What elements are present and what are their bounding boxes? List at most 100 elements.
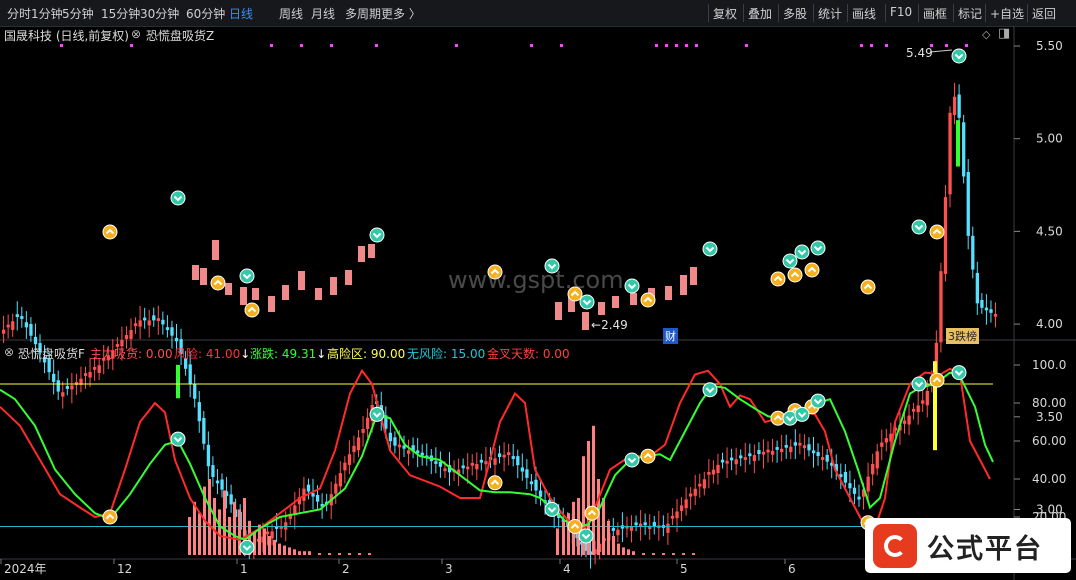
buy-signal-icon[interactable] <box>860 279 876 295</box>
candle-body <box>775 447 779 450</box>
panel-maximize-icon[interactable]: ◨ <box>998 26 1010 41</box>
sell-signal-icon[interactable] <box>624 452 640 468</box>
candle-body <box>2 329 6 334</box>
candle-body <box>693 488 697 496</box>
candle-body <box>816 452 820 457</box>
volume-bar <box>368 553 371 555</box>
sell-signal-icon[interactable] <box>239 268 255 284</box>
candle-body <box>702 479 706 489</box>
buy-signal-icon[interactable] <box>929 224 945 240</box>
indicator-toggle-icon[interactable]: ⊗ <box>131 27 141 41</box>
buy-signal-icon[interactable] <box>487 475 503 491</box>
panic-bar <box>630 293 637 305</box>
sell-signal-icon[interactable] <box>810 240 826 256</box>
sell-signal-icon[interactable] <box>544 501 560 517</box>
panic-bar <box>282 285 289 300</box>
main-indicator-name[interactable]: 恐慌盘吸货Z <box>146 27 214 44</box>
buy-signal-icon[interactable] <box>640 292 656 308</box>
candle-body <box>65 386 69 389</box>
candle-body <box>174 337 179 342</box>
tag-bang[interactable]: 3跌榜 <box>946 328 979 344</box>
buy-signal-icon[interactable] <box>929 372 945 388</box>
candle-body <box>443 468 447 472</box>
buy-signal-icon[interactable] <box>244 302 260 318</box>
sell-signal-icon[interactable] <box>911 219 927 235</box>
volume-bar <box>338 553 341 555</box>
sell-signal-icon[interactable] <box>782 253 798 269</box>
sub-indicator-toggle-icon[interactable]: ⊗ <box>4 345 14 359</box>
volume-bar <box>303 551 306 555</box>
candle-body <box>921 400 925 404</box>
candle-body <box>188 364 192 384</box>
sell-signal-icon[interactable] <box>624 278 640 294</box>
candle-body <box>766 449 770 453</box>
candle-body <box>356 437 361 451</box>
panic-bar <box>268 296 275 312</box>
sell-signal-icon[interactable] <box>369 406 385 422</box>
legend-wfx: 无风险: 15.00 <box>407 347 486 361</box>
volume-bar <box>672 553 675 555</box>
candle-body <box>520 467 524 472</box>
candle-body <box>352 445 356 453</box>
candle-body <box>912 408 916 412</box>
candle-body <box>984 307 989 311</box>
sell-signal-icon[interactable] <box>579 294 595 310</box>
sell-signal-icon[interactable] <box>578 528 594 544</box>
buy-signal-icon[interactable] <box>102 224 118 240</box>
diamond-icon[interactable]: ◇ <box>982 28 990 41</box>
sell-signal-icon[interactable] <box>911 376 927 392</box>
candle-body <box>475 464 479 470</box>
buy-signal-icon[interactable] <box>804 262 820 278</box>
sub-indicator-name[interactable]: 恐慌盘吸货F <box>18 345 85 362</box>
candle-body <box>975 272 979 304</box>
sub-y-tick-label: 60.00 <box>1032 434 1066 448</box>
sell-signal-icon[interactable] <box>794 244 810 260</box>
tag-cai[interactable]: 财 <box>663 328 678 344</box>
candle-body <box>83 373 88 376</box>
volume-bar <box>228 517 231 555</box>
signal-dot <box>860 44 863 47</box>
sell-signal-icon[interactable] <box>951 365 967 381</box>
candle-body <box>138 320 142 327</box>
signal-dot <box>945 44 948 47</box>
volume-bar <box>682 553 685 555</box>
panic-bar <box>345 270 352 285</box>
candle-body <box>229 494 233 505</box>
candle-body <box>761 451 766 455</box>
buy-signal-icon[interactable] <box>640 448 656 464</box>
sell-signal-icon[interactable] <box>794 406 810 422</box>
signal-dot <box>300 44 303 47</box>
candle-body <box>848 483 852 489</box>
panic-bar <box>240 287 247 305</box>
buy-signal-icon[interactable] <box>567 519 583 534</box>
sell-signal-icon[interactable] <box>810 393 826 409</box>
candle-body <box>843 471 848 483</box>
buy-signal-icon[interactable] <box>102 509 118 525</box>
volume-bar <box>562 520 565 555</box>
candle-body <box>265 531 270 535</box>
signal-dot <box>60 44 63 47</box>
sell-signal-icon[interactable] <box>170 190 186 206</box>
sell-signal-icon[interactable] <box>951 48 967 64</box>
sell-signal-icon[interactable] <box>702 382 718 398</box>
sell-signal-icon[interactable] <box>239 539 255 555</box>
sell-signal-icon[interactable] <box>369 227 385 243</box>
candle-body <box>825 454 829 462</box>
candle-body <box>20 316 24 319</box>
panic-bar <box>315 288 322 300</box>
candle-body <box>165 327 170 331</box>
sell-signal-icon[interactable] <box>170 431 186 447</box>
sell-signal-icon[interactable] <box>702 241 718 257</box>
buy-signal-icon[interactable] <box>584 505 600 521</box>
buy-signal-icon[interactable] <box>787 267 803 283</box>
candle-body <box>711 469 716 475</box>
volume-bar <box>612 536 615 555</box>
candle-body <box>529 481 534 485</box>
buy-signal-icon[interactable] <box>770 271 786 287</box>
candle-body <box>793 442 797 446</box>
green-candle <box>956 120 960 167</box>
panic-bar <box>212 240 219 260</box>
volume-bar <box>602 498 605 555</box>
buy-signal-icon[interactable] <box>210 275 226 291</box>
legend-zlxh: 主力吸货: 0.00 <box>90 347 173 361</box>
